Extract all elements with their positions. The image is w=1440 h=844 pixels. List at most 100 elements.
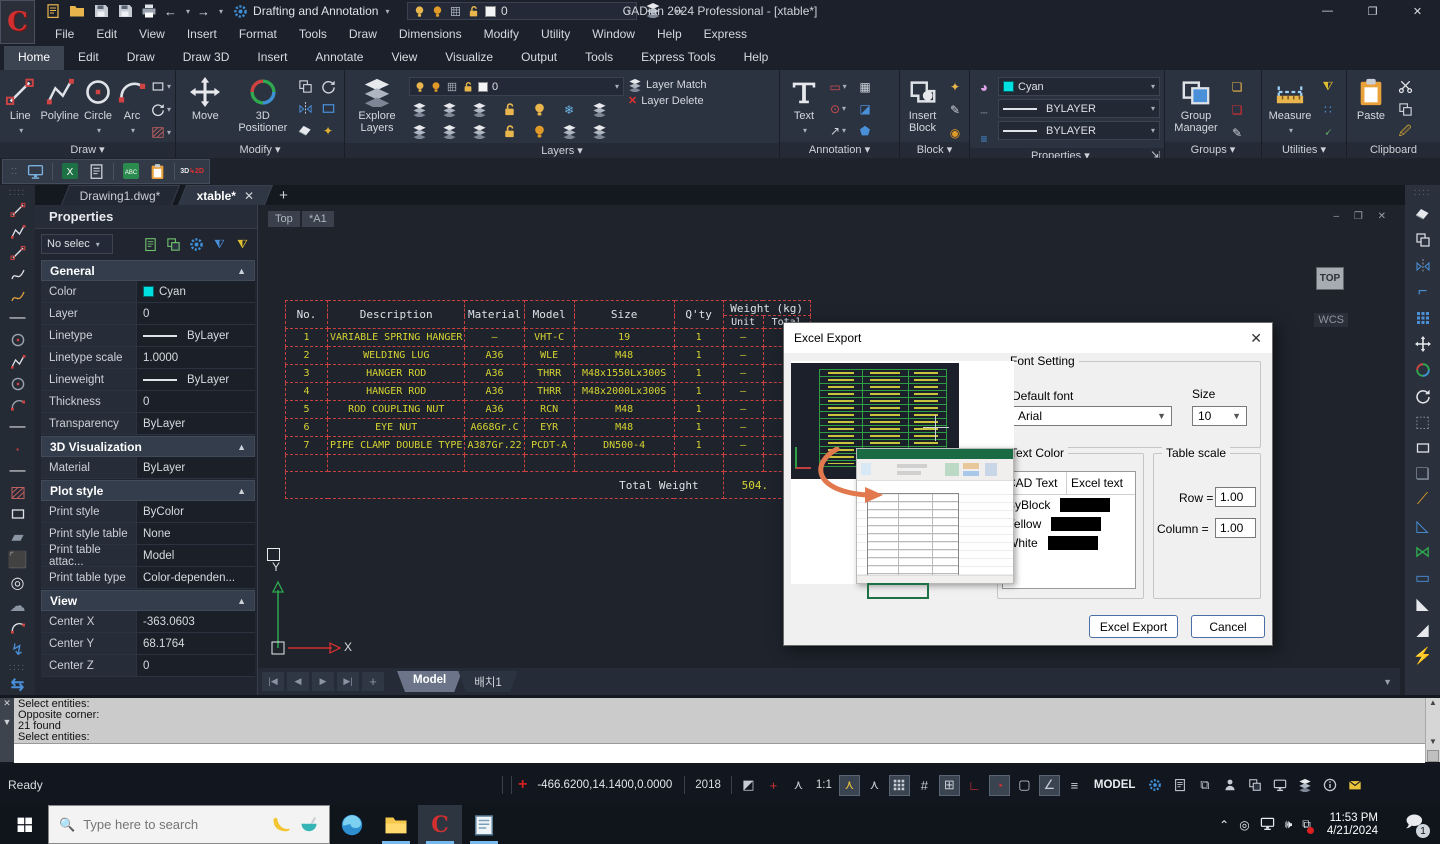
copy-tool-icon[interactable] — [1411, 230, 1435, 249]
circle3p-tool-icon[interactable] — [6, 353, 30, 371]
point-style-button[interactable]: ∷ — [1318, 100, 1338, 119]
positioner-button[interactable]: 3D Positioner — [235, 73, 291, 139]
prop-row-print-table-attach[interactable]: Print table attac...Model — [41, 545, 255, 567]
prop-row-center-z[interactable]: Center Z0 — [41, 655, 255, 677]
undo-dropdown-icon[interactable]: ▾ — [186, 7, 190, 16]
explode-button[interactable]: ✦ — [318, 121, 338, 140]
select-add-icon[interactable] — [165, 236, 182, 253]
arc-button[interactable]: Arc▾ — [117, 73, 147, 139]
rectangle-tool-icon[interactable] — [6, 506, 30, 524]
mirror-button[interactable] — [295, 99, 315, 118]
color-row-yellow[interactable]: Yellow — [1003, 514, 1135, 533]
snap-toggle-icon[interactable]: ◩ — [738, 775, 759, 796]
command-scrollbar[interactable]: ▲ ▼ — [1425, 698, 1440, 762]
fillet-tool-icon[interactable]: ◺ — [1411, 516, 1435, 535]
ribbon-tab-home[interactable]: Home — [4, 46, 64, 70]
leader-button[interactable]: ⊙▾ — [828, 99, 848, 118]
align-tool-icon[interactable]: ❏ — [1411, 464, 1435, 483]
text-button[interactable]: Text▾ — [784, 73, 824, 139]
new-tab-button[interactable]: + — [279, 187, 288, 205]
clipboard-export-icon[interactable] — [148, 163, 166, 181]
command-close-icon[interactable]: ✕ — [0, 698, 14, 709]
section-3d-visualization[interactable]: 3D Visualization▲ — [41, 436, 255, 457]
explode-tool-icon[interactable]: ⚡ — [1411, 646, 1435, 665]
polar-tracking-icon[interactable]: ⋏ — [788, 775, 809, 796]
message-icon[interactable] — [1344, 775, 1365, 796]
settings-gear-icon[interactable] — [1144, 775, 1165, 796]
table-button[interactable]: ▦ — [855, 77, 875, 96]
line-tool-icon[interactable] — [6, 201, 30, 219]
insert-block-button[interactable]: Insert Block — [904, 73, 941, 139]
box-tool-icon[interactable]: ▭ — [1411, 568, 1435, 587]
tab-layout1[interactable]: 배치1 — [458, 671, 518, 692]
pedit-tool-icon[interactable]: ⌐ — [1411, 282, 1435, 301]
polyline-button[interactable]: Polyline — [40, 73, 79, 139]
save-icon[interactable] — [92, 3, 109, 20]
arc-tool-icon[interactable] — [6, 397, 30, 415]
close-tab-icon[interactable]: ✕ — [244, 189, 254, 203]
text-color-list[interactable]: CAD Text Excel text ByBlock Yellow White — [1002, 471, 1136, 589]
linetype-icon[interactable]: ┄ — [974, 103, 994, 122]
annotation-group-label[interactable]: Annotation ▾ — [780, 142, 899, 158]
menu-modify[interactable]: Modify — [473, 23, 530, 45]
prop-row-print-style-table[interactable]: Print style tableNone — [41, 523, 255, 545]
rectangle-button[interactable]: ▾ — [151, 77, 171, 96]
etrack-toggle-icon[interactable]: ⋏ — [864, 775, 885, 796]
prop-row-lineweight[interactable]: LineweightByLayer — [41, 369, 255, 391]
prop-row-color[interactable]: ColorCyan — [41, 281, 255, 303]
eraser-tool-icon[interactable] — [1411, 204, 1435, 223]
network-icon[interactable] — [1260, 816, 1275, 834]
menu-utility[interactable]: Utility — [530, 23, 581, 45]
cut-button[interactable] — [1395, 77, 1415, 96]
filter-lightning-icon[interactable]: ⧨ — [234, 236, 251, 253]
mleader-button[interactable]: ↗▾ — [828, 121, 848, 140]
menu-draw[interactable]: Draw — [338, 23, 388, 45]
group-remove-button[interactable]: ❏ — [1227, 100, 1247, 119]
swap-tool-icon[interactable]: ⇆ — [6, 676, 30, 695]
prev-layout-button[interactable]: ◀ — [287, 672, 309, 691]
menu-file[interactable]: File — [44, 23, 85, 45]
layer-prev-button[interactable] — [409, 122, 429, 141]
color-wheel-icon[interactable]: ◕ — [974, 77, 994, 96]
taskbar-cadian[interactable]: C — [418, 805, 462, 844]
ribbon-tab-insert[interactable]: Insert — [243, 46, 301, 70]
modify-group-label[interactable]: Modify ▾ — [176, 142, 344, 158]
clipboard-status-icon[interactable] — [1244, 775, 1265, 796]
hatch-button[interactable]: ▾ — [151, 123, 171, 142]
excel-export-button[interactable]: Excel Export — [1089, 615, 1178, 638]
linetype-combo[interactable]: BYLAYER▾ — [998, 99, 1160, 118]
ribbon-tab-help[interactable]: Help — [730, 46, 783, 70]
clean-screen-icon[interactable] — [1269, 775, 1290, 796]
taskbar-search[interactable]: 🔍 — [48, 805, 330, 844]
esnap-toggle-icon[interactable]: ⋏ — [839, 775, 860, 796]
move-button[interactable]: Move — [180, 73, 231, 139]
color-row-white[interactable]: White — [1003, 533, 1135, 552]
grid-toggle-icon[interactable]: # — [914, 775, 935, 796]
ribbon-tab-output[interactable]: Output — [507, 46, 571, 70]
groups-group-label[interactable]: Groups ▾ — [1165, 142, 1261, 158]
prop-row-thickness[interactable]: Thickness0 — [41, 391, 255, 413]
layout-list-dropdown-icon[interactable]: ▼ — [1383, 677, 1392, 687]
menu-express[interactable]: Express — [693, 23, 758, 45]
ribbon-layer-combo[interactable]: 0 ▾ — [409, 77, 624, 96]
draw-group-label[interactable]: Draw ▾ — [0, 142, 175, 158]
create-block-button[interactable]: ✦ — [945, 77, 965, 96]
ribbon-tab-tools[interactable]: Tools — [571, 46, 627, 70]
layer-on-button[interactable] — [529, 100, 549, 119]
clipboard-group-label[interactable]: Clipboard — [1347, 142, 1440, 158]
3d-to-2d-icon[interactable]: 3D↳2D — [183, 163, 201, 181]
move-tool-icon[interactable] — [1411, 334, 1435, 353]
prop-row-print-table-type[interactable]: Print table typeColor-dependen... — [41, 567, 255, 589]
region-tool-icon[interactable]: ▰ — [6, 527, 30, 546]
prop-row-center-y[interactable]: Center Y68.1764 — [41, 633, 255, 655]
menu-edit[interactable]: Edit — [85, 23, 128, 45]
group-manager-button[interactable]: Group Manager — [1169, 73, 1223, 139]
start-button[interactable] — [0, 805, 48, 844]
lineweight-icon[interactable]: ≡ — [974, 129, 994, 148]
erase-button[interactable] — [295, 121, 315, 140]
layer-lock-button[interactable] — [499, 100, 519, 119]
menu-dimensions[interactable]: Dimensions — [388, 23, 473, 45]
lineweight-toggle-icon[interactable]: ≡ — [1064, 775, 1085, 796]
attach-button[interactable]: ◉ — [945, 123, 965, 142]
layer-state-button[interactable] — [409, 100, 429, 119]
